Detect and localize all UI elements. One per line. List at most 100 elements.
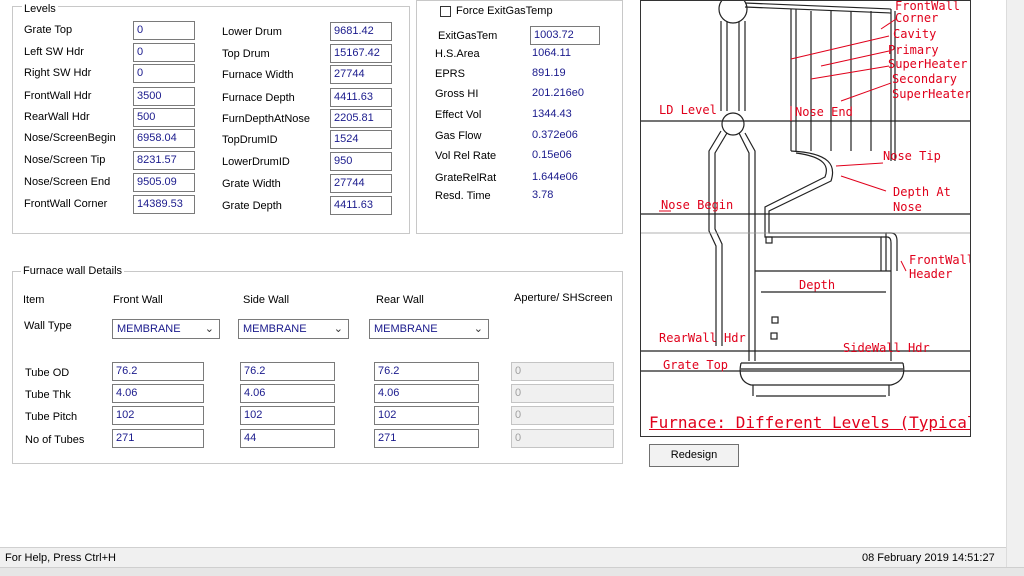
level-label: TopDrumID [222, 134, 278, 146]
result-value: 0.372e06 [532, 129, 578, 141]
level-field[interactable]: 27744 [330, 174, 392, 193]
label-primary-superheater: Primary SuperHeater [888, 43, 968, 71]
label-sidewall-hdr: SideWall Hdr [843, 341, 930, 355]
wall-field[interactable]: 102 [112, 406, 204, 425]
wall-field[interactable]: 271 [374, 429, 479, 448]
result-value: 1064.11 [532, 47, 571, 59]
level-field[interactable]: 8231.57 [133, 151, 195, 170]
front-wall-type-value: MEMBRANE [117, 323, 181, 335]
level-field[interactable]: 9505.09 [133, 173, 195, 192]
result-label: Resd. Time [435, 190, 491, 202]
wall-row-label: Tube Pitch [25, 411, 78, 423]
label-rearwall-hdr: RearWall Hdr [659, 331, 746, 345]
level-label: Nose/Screen Tip [24, 154, 106, 166]
redesign-button[interactable]: Redesign [649, 444, 739, 467]
level-label: Nose/ScreenBegin [24, 132, 116, 144]
diagram-caption: Furnace: Different Levels (Typical) [649, 413, 971, 432]
status-help-text: For Help, Press Ctrl+H [5, 552, 116, 564]
rear-wall-type-value: MEMBRANE [374, 323, 438, 335]
wall-field[interactable]: 4.06 [240, 384, 335, 403]
side-wall-type-value: MEMBRANE [243, 323, 307, 335]
level-label: FrontWall Hdr [24, 90, 92, 102]
level-field[interactable]: 6958.04 [133, 129, 195, 148]
level-label: Grate Top [24, 24, 73, 36]
chevron-down-icon: ⌄ [473, 323, 483, 335]
result-label: Gas Flow [435, 130, 482, 142]
header-rear-wall: Rear Wall [376, 294, 424, 306]
exit-gas-temp-field[interactable]: 1003.72 [530, 26, 600, 45]
result-value: 3.78 [532, 189, 554, 201]
header-aperture: Aperture/ SHScreen [514, 292, 613, 304]
level-label: Lower Drum [222, 26, 282, 38]
wall-field: 0 [511, 406, 614, 425]
result-label: H.S.Area [435, 48, 480, 60]
label-depth-at-nose: Depth At Nose [893, 185, 951, 214]
level-field[interactable]: 4411.63 [330, 196, 392, 215]
wall-field[interactable]: 4.06 [374, 384, 479, 403]
level-field[interactable]: 950 [330, 152, 392, 171]
force-exit-gas-temp-checkbox[interactable] [440, 6, 451, 17]
force-exit-gas-temp-label[interactable]: Force ExitGasTemp [456, 5, 553, 17]
result-value: 0.15e06 [532, 149, 572, 161]
level-label: Top Drum [222, 48, 270, 60]
level-field[interactable]: 0 [133, 64, 195, 83]
result-value: 891.19 [532, 67, 566, 79]
wall-row-label: No of Tubes [25, 434, 85, 446]
header-side-wall: Side Wall [243, 294, 290, 306]
result-label: Effect Vol [435, 109, 482, 121]
header-front-wall: Front Wall [113, 294, 163, 306]
level-label: FurnDepthAtNose [222, 113, 311, 125]
level-label: Left SW Hdr [24, 46, 84, 58]
wall-field[interactable]: 271 [112, 429, 204, 448]
label-frontwall-header: FrontWall Header [909, 253, 971, 281]
label-nose-begin: Nose Begin [661, 198, 734, 212]
wall-field: 0 [511, 384, 614, 403]
wall-field[interactable]: 76.2 [374, 362, 479, 381]
level-field[interactable]: 1524 [330, 130, 392, 149]
wall-row-label: Tube OD [25, 367, 70, 379]
result-label: Vol Rel Rate [435, 150, 497, 162]
level-field[interactable]: 500 [133, 108, 195, 127]
level-label: Nose/Screen End [24, 176, 111, 188]
level-label: LowerDrumID [222, 156, 290, 168]
exit-gas-temp-label: ExitGasTem [438, 30, 498, 42]
wall-field: 0 [511, 429, 614, 448]
status-datetime: 08 February 2019 14:51:27 [862, 552, 995, 564]
level-field[interactable]: 3500 [133, 87, 195, 106]
level-field[interactable]: 27744 [330, 65, 392, 84]
level-field[interactable]: 15167.42 [330, 44, 392, 63]
chevron-down-icon: ⌄ [204, 323, 214, 335]
level-field[interactable]: 9681.42 [330, 22, 392, 41]
wall-field[interactable]: 102 [240, 406, 335, 425]
result-value: 1344.43 [532, 108, 572, 120]
label-secondary-superheater: Secondary SuperHeater [892, 72, 971, 101]
level-field[interactable]: 4411.63 [330, 88, 392, 107]
wall-type-label: Wall Type [24, 320, 72, 332]
level-label: FrontWall Corner [24, 198, 108, 210]
wall-field[interactable]: 44 [240, 429, 335, 448]
wall-field: 0 [511, 362, 614, 381]
result-label: EPRS [435, 68, 465, 80]
level-field[interactable]: 2205.81 [330, 109, 392, 128]
result-value: 201.216e0 [532, 87, 584, 99]
result-label: GrateRelRat [435, 172, 497, 184]
header-item: Item [23, 294, 45, 306]
side-wall-type-select[interactable]: MEMBRANE ⌄ [238, 319, 349, 339]
level-field[interactable]: 0 [133, 21, 195, 40]
level-label: Furnace Depth [222, 92, 295, 104]
level-field[interactable]: 14389.53 [133, 195, 195, 214]
vertical-scrollbar[interactable] [1006, 0, 1024, 567]
rear-wall-type-select[interactable]: MEMBRANE ⌄ [369, 319, 489, 339]
level-label: Grate Depth [222, 200, 282, 212]
label-ld-level: LD Level [659, 103, 717, 117]
wall-field[interactable]: 102 [374, 406, 479, 425]
label-depth: Depth [799, 278, 836, 292]
wall-field[interactable]: 76.2 [240, 362, 335, 381]
wall-field[interactable]: 76.2 [112, 362, 204, 381]
wall-row-label: Tube Thk [25, 389, 71, 401]
wall-field[interactable]: 4.06 [112, 384, 204, 403]
level-field[interactable]: 0 [133, 43, 195, 62]
level-label: Grate Width [222, 178, 281, 190]
front-wall-type-select[interactable]: MEMBRANE ⌄ [112, 319, 220, 339]
horizontal-scrollbar[interactable] [0, 567, 1024, 576]
